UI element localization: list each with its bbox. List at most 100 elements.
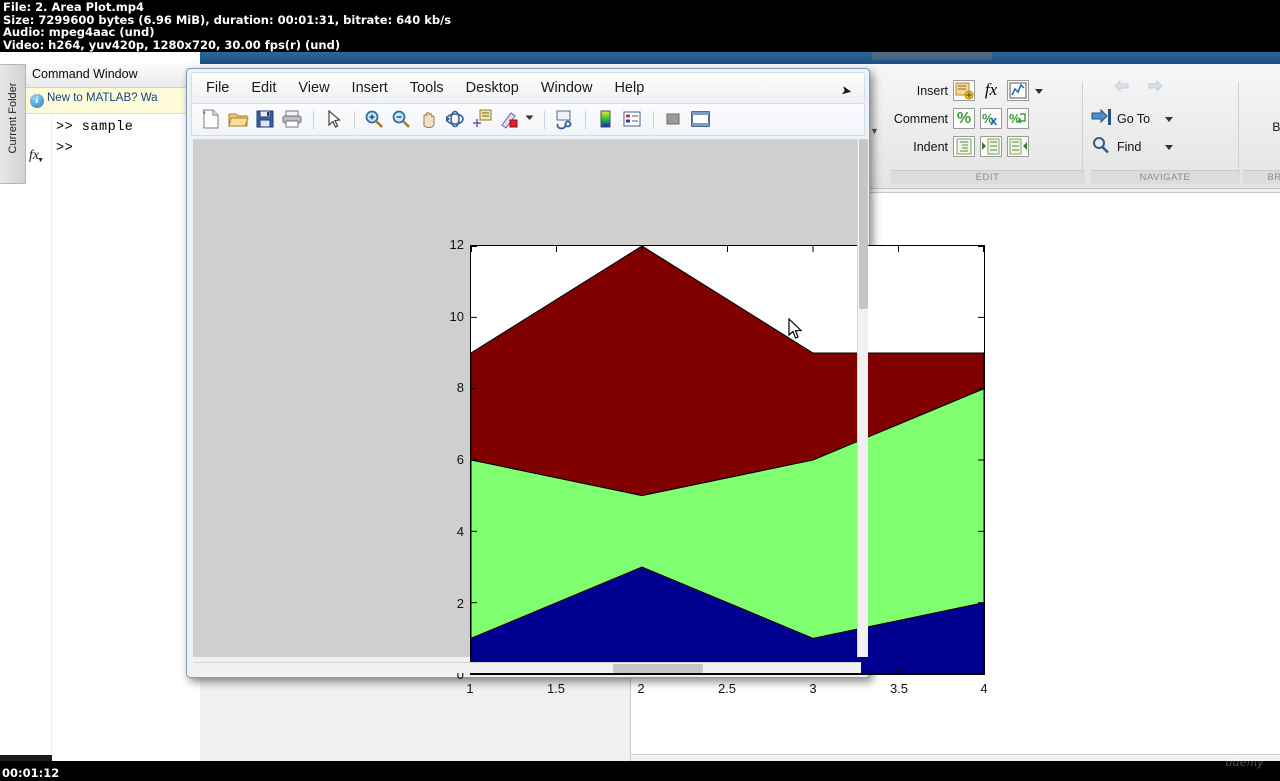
osd-line-video: Video: h264, yuv420p, 1280x720, 30.00 fp… xyxy=(3,37,341,52)
zoom-out-icon[interactable] xyxy=(390,108,414,132)
indent-label: Indent xyxy=(913,139,948,154)
forward-arrow-icon[interactable] xyxy=(1141,79,1163,101)
ribbon-group-navigate: Go To Find NAVIGATE xyxy=(1090,76,1240,186)
smart-indent-icon[interactable] xyxy=(953,136,975,157)
horizontal-scrollbar[interactable] xyxy=(193,662,861,673)
svg-text:x: x xyxy=(990,113,998,128)
ribbon-divider xyxy=(1238,82,1239,174)
insert-more-caret-icon[interactable] xyxy=(1034,82,1046,100)
scrollbar-thumb[interactable] xyxy=(613,664,703,673)
show-plot-tools-icon[interactable] xyxy=(689,108,713,132)
data-cursor-icon[interactable] xyxy=(471,108,495,132)
xtick-label: 4 xyxy=(980,681,988,696)
open-file-icon[interactable] xyxy=(227,108,251,132)
comment-icon[interactable]: % xyxy=(953,108,975,129)
pan-icon[interactable] xyxy=(417,108,441,132)
menu-window[interactable]: Window xyxy=(541,80,593,96)
save-figure-icon[interactable] xyxy=(254,108,278,132)
decrease-indent-icon[interactable] xyxy=(1007,136,1029,157)
xtick-label: 1 xyxy=(466,681,474,696)
insert-block-icon[interactable] xyxy=(953,80,975,101)
xtick-label: 1.5 xyxy=(546,681,566,696)
new-to-matlab-banner[interactable]: i New to MATLAB? Wa xyxy=(26,88,200,114)
menu-help[interactable]: Help xyxy=(614,80,644,96)
area-plot-axes[interactable] xyxy=(470,245,985,675)
ribbon-group-breakpoints: Breakpoints BREAKPOINTS xyxy=(1243,76,1280,186)
link-plot-icon[interactable] xyxy=(553,108,577,132)
go-to-icon[interactable] xyxy=(1090,108,1112,129)
print-figure-icon[interactable] xyxy=(281,108,305,132)
player-osd-info: File: 2. Area Plot.mp4 Size: 7299600 byt… xyxy=(0,0,1280,52)
ytick-label: 4 xyxy=(456,524,464,539)
legend-icon[interactable] xyxy=(621,108,645,132)
sidebar-tab-current-folder[interactable]: Current Folder xyxy=(0,64,26,184)
ytick-label: 8 xyxy=(456,380,464,395)
find-label[interactable]: Find xyxy=(1117,140,1159,154)
insert-function-icon[interactable]: fx xyxy=(980,80,1002,101)
find-icon[interactable] xyxy=(1090,136,1112,157)
new-figure-icon[interactable] xyxy=(200,108,224,132)
command-line: >> sample xyxy=(56,120,134,135)
zoom-in-icon[interactable] xyxy=(363,108,387,132)
find-caret-icon[interactable] xyxy=(1164,138,1176,156)
info-icon: i xyxy=(30,94,44,108)
menu-desktop[interactable]: Desktop xyxy=(466,80,519,96)
breakpoints-label[interactable]: Breakpoints xyxy=(1243,120,1280,134)
brush-caret-icon[interactable] xyxy=(525,108,536,132)
player-bottom-strip xyxy=(0,761,1280,781)
function-browser-icon[interactable]: fx▼ xyxy=(29,148,46,164)
xtick-label: 2.5 xyxy=(717,681,737,696)
ribbon-group-title-edit: EDIT xyxy=(890,170,1085,184)
rotate-3d-icon[interactable] xyxy=(444,108,468,132)
uncomment-icon[interactable]: % x xyxy=(980,108,1002,129)
vertical-scrollbar[interactable] xyxy=(857,139,868,657)
sidebar-tab-label: Current Folder xyxy=(7,82,19,154)
toolbar-separator xyxy=(585,110,586,129)
undock-arrow-icon[interactable]: ➤ xyxy=(840,82,853,100)
insert-figure-icon[interactable] xyxy=(1007,80,1029,101)
increase-indent-icon[interactable] xyxy=(980,136,1002,157)
figure-canvas[interactable]: 12 10 8 6 4 2 0 1 1.5 2 2.5 3 3.5 4 xyxy=(193,139,988,696)
menu-tools[interactable]: Tools xyxy=(410,80,444,96)
scrollbar-thumb[interactable] xyxy=(859,139,868,309)
toolbar-separator xyxy=(653,110,654,129)
command-window-output[interactable]: >> sample >> xyxy=(52,114,200,781)
ytick-label: 2 xyxy=(456,596,464,611)
figure-menu-bar: File Edit View Insert Tools Desktop Wind… xyxy=(191,72,865,104)
go-to-caret-icon[interactable] xyxy=(1164,110,1176,128)
ribbon-divider xyxy=(1082,82,1083,174)
menu-file[interactable]: File xyxy=(206,80,229,96)
ribbon-group-title-navigate: NAVIGATE xyxy=(1090,170,1240,184)
osd-line-audio: Audio: mpeg4aac (und) xyxy=(3,25,155,40)
command-prompt[interactable]: >> xyxy=(52,135,200,156)
ribbon-overflow-caret-icon[interactable]: ▼ xyxy=(870,126,879,136)
matlab-figure-window[interactable]: File Edit View Insert Tools Desktop Wind… xyxy=(186,68,988,696)
comment-label: Comment xyxy=(893,111,948,126)
ribbon-group-edit: Insert fx Comment % % x % Indent EDIT xyxy=(890,76,1085,186)
xtick-label: 2 xyxy=(637,681,645,696)
brush-icon[interactable] xyxy=(498,108,522,132)
ytick-label: 10 xyxy=(449,309,464,324)
banner-text: New to MATLAB? Wa xyxy=(47,92,158,104)
back-arrow-icon[interactable] xyxy=(1114,79,1136,101)
go-to-label[interactable]: Go To xyxy=(1117,112,1159,126)
svg-text:%: % xyxy=(1009,111,1021,126)
menu-view[interactable]: View xyxy=(298,80,329,96)
watermark: udemy xyxy=(1225,755,1264,769)
toolbar-separator xyxy=(313,110,314,129)
osd-line-file: File: 2. Area Plot.mp4 xyxy=(3,0,145,14)
ytick-label: 6 xyxy=(456,452,464,467)
area-chart xyxy=(471,246,984,674)
ytick-label: 12 xyxy=(449,237,464,252)
menu-insert[interactable]: Insert xyxy=(352,80,388,96)
xtick-label: 3.5 xyxy=(889,681,909,696)
command-window-gutter xyxy=(26,114,52,781)
wrap-comment-icon[interactable]: % xyxy=(1007,108,1029,129)
toolbar-separator xyxy=(544,110,545,129)
menu-edit[interactable]: Edit xyxy=(251,80,276,96)
insert-label: Insert xyxy=(916,83,948,98)
player-timecode: 00:01:12 xyxy=(2,766,60,780)
colorbar-icon[interactable] xyxy=(594,108,618,132)
hide-plot-tools-icon[interactable] xyxy=(662,108,686,132)
pointer-icon[interactable] xyxy=(322,108,346,132)
